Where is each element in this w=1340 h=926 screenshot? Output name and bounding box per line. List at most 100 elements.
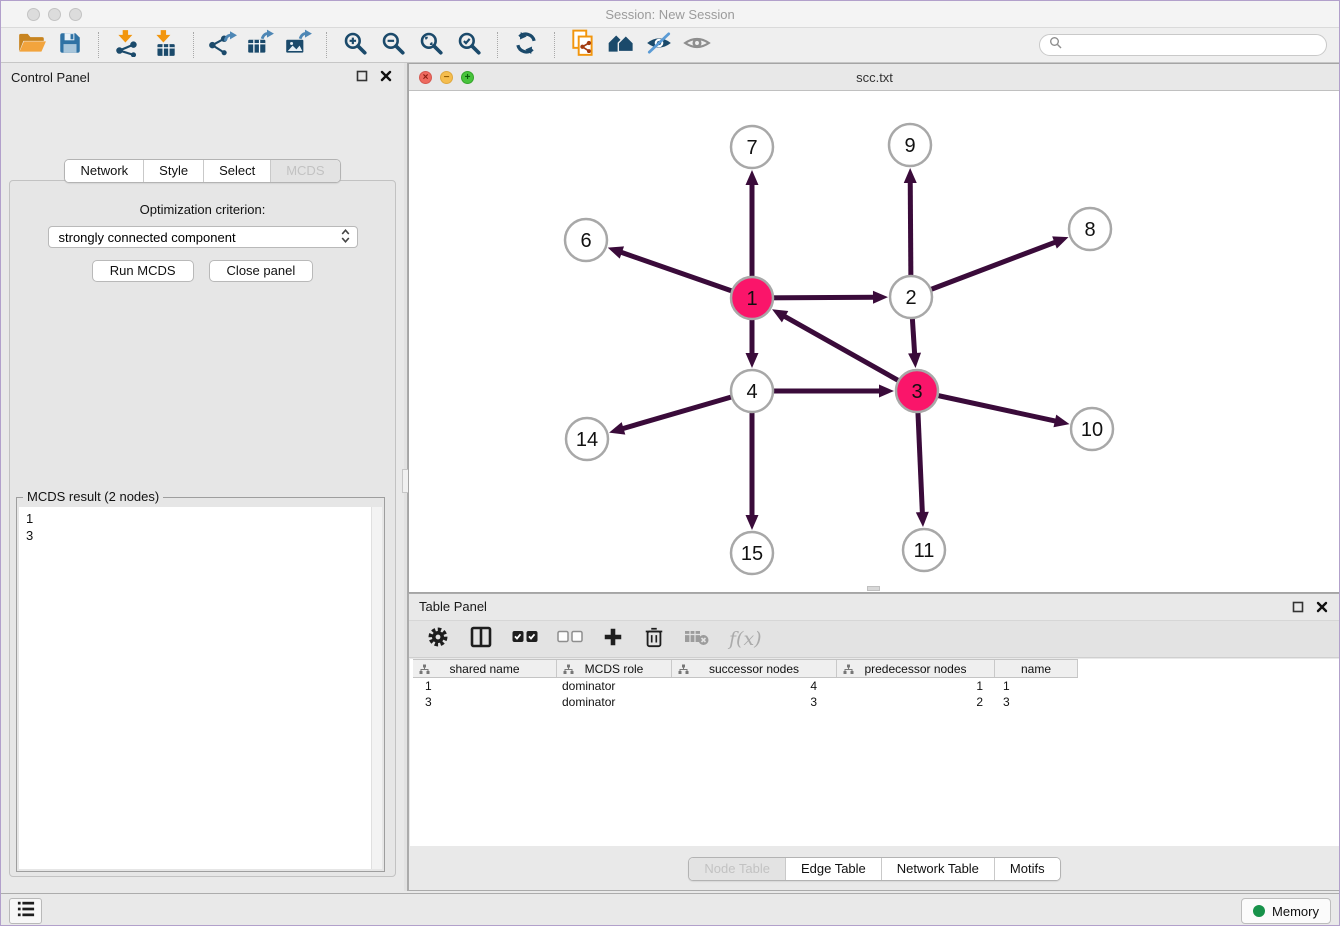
hide-selected-button[interactable] [640, 30, 678, 60]
cell-predecessor-nodes[interactable]: 2 [837, 694, 995, 710]
network-window: × − + scc.txt 7 9 6 8 1 2 4 3 14 10 15 11 [408, 63, 1340, 593]
table-row[interactable]: 3dominator323 [413, 694, 1339, 710]
node-3[interactable]: 3 [896, 370, 938, 412]
tab-network-table[interactable]: Network Table [881, 858, 994, 880]
close-table-panel-icon[interactable] [1316, 596, 1328, 622]
select-stepper-icon [341, 228, 350, 247]
node-4[interactable]: 4 [731, 370, 773, 412]
svg-text:4: 4 [746, 381, 757, 403]
deselect-all-button[interactable] [557, 630, 583, 649]
run-mcds-button[interactable]: Run MCDS [92, 260, 194, 282]
node-11[interactable]: 11 [903, 529, 945, 571]
float-table-panel-icon[interactable] [1292, 596, 1304, 622]
tab-style[interactable]: Style [143, 160, 203, 182]
node-15[interactable]: 15 [731, 532, 773, 574]
edge-3-1[interactable] [782, 315, 917, 391]
svg-text:14: 14 [576, 429, 598, 451]
network-maximize-button[interactable]: + [461, 71, 474, 84]
save-session-button[interactable] [51, 30, 89, 60]
memory-status-icon [1253, 905, 1265, 917]
cell-successor-nodes[interactable]: 4 [672, 678, 837, 694]
cell-name[interactable]: 3 [995, 694, 1078, 710]
open-session-button[interactable] [13, 30, 51, 60]
float-panel-icon[interactable] [356, 63, 368, 93]
node-14[interactable]: 14 [566, 418, 608, 460]
table-row[interactable]: 1dominator411 [413, 678, 1339, 694]
table-toolbar: f(x) [409, 620, 1340, 658]
zoom-in-button[interactable] [336, 30, 374, 60]
export-table-icon [245, 29, 275, 62]
export-table-button[interactable] [241, 30, 279, 60]
export-image-button[interactable] [279, 30, 317, 60]
delete-table-button[interactable] [684, 626, 710, 653]
import-network-icon [113, 29, 141, 62]
import-table-icon [151, 29, 179, 62]
optimization-select[interactable]: strongly connected component [48, 226, 358, 248]
tab-edge-table[interactable]: Edge Table [785, 858, 881, 880]
show-all-button[interactable] [678, 30, 716, 60]
tab-select[interactable]: Select [203, 160, 270, 182]
tab-motifs[interactable]: Motifs [994, 858, 1060, 880]
node-7[interactable]: 7 [731, 126, 773, 168]
search-icon [1049, 36, 1062, 54]
network-canvas[interactable]: 7 9 6 8 1 2 4 3 14 10 15 11 [409, 91, 1340, 592]
network-minimize-button[interactable]: − [440, 71, 453, 84]
table-panel-tabs: Node TableEdge TableNetwork TableMotifs [688, 857, 1060, 881]
zoom-selected-button[interactable] [450, 30, 488, 60]
network-close-button[interactable]: × [419, 71, 432, 84]
status-bar: Memory [1, 893, 1339, 926]
node-1[interactable]: 1 [731, 277, 773, 319]
node-8[interactable]: 8 [1069, 208, 1111, 250]
import-network-button[interactable] [108, 30, 146, 60]
column-header-predecessor-nodes[interactable]: predecessor nodes [837, 660, 995, 677]
app-window: Session: New Session [0, 0, 1340, 926]
node-6[interactable]: 6 [565, 219, 607, 261]
column-header-shared-name[interactable]: shared name [413, 660, 557, 677]
zoom-out-button[interactable] [374, 30, 412, 60]
clone-network-button[interactable] [564, 30, 602, 60]
search-box [1039, 34, 1327, 56]
cell-successor-nodes[interactable]: 3 [672, 694, 837, 710]
close-panel-button[interactable]: Close panel [209, 260, 314, 282]
delete-column-button[interactable] [643, 625, 665, 654]
node-9[interactable]: 9 [889, 124, 931, 166]
mcds-result-scrollbar[interactable] [371, 507, 382, 869]
svg-text:1: 1 [746, 288, 757, 310]
network-resize-handle[interactable] [867, 586, 880, 591]
add-column-button[interactable] [602, 626, 624, 653]
search-input[interactable] [1067, 37, 1317, 54]
zoom-fit-button[interactable] [412, 30, 450, 60]
close-panel-icon[interactable] [380, 63, 392, 93]
cell-mcds-role[interactable]: dominator [557, 694, 672, 710]
cell-predecessor-nodes[interactable]: 1 [837, 678, 995, 694]
column-header-name[interactable]: name [995, 660, 1078, 677]
select-all-button[interactable] [512, 630, 538, 649]
network-window-titlebar: × − + scc.txt [409, 64, 1340, 91]
cell-name[interactable]: 1 [995, 678, 1078, 694]
node-10[interactable]: 10 [1071, 408, 1113, 450]
function-builder-button[interactable]: f(x) [729, 628, 762, 650]
refresh-layout-button[interactable] [507, 30, 545, 60]
home-icon [606, 30, 636, 61]
control-panel: Control Panel NetworkStyleSelectMCDS Opt… [1, 63, 404, 881]
tab-mcds[interactable]: MCDS [270, 160, 339, 182]
eye-icon [683, 30, 711, 61]
column-header-successor-nodes[interactable]: successor nodes [672, 660, 837, 677]
home-view-button[interactable] [602, 30, 640, 60]
tab-network[interactable]: Network [65, 160, 143, 182]
cell-shared-name[interactable]: 3 [413, 694, 557, 710]
task-list-button[interactable] [9, 898, 42, 924]
cell-shared-name[interactable]: 1 [413, 678, 557, 694]
table-panel-title: Table Panel [419, 599, 487, 614]
edge-2-8[interactable] [911, 241, 1057, 297]
memory-button[interactable]: Memory [1241, 898, 1331, 924]
node-2[interactable]: 2 [890, 276, 932, 318]
toolbar-separator [98, 32, 99, 58]
import-table-button[interactable] [146, 30, 184, 60]
show-columns-button[interactable] [469, 625, 493, 654]
table-settings-button[interactable] [426, 625, 450, 654]
tab-node-table[interactable]: Node Table [689, 858, 785, 880]
cell-mcds-role[interactable]: dominator [557, 678, 672, 694]
column-header-mcds-role[interactable]: MCDS role [557, 660, 672, 677]
export-network-button[interactable] [203, 30, 241, 60]
